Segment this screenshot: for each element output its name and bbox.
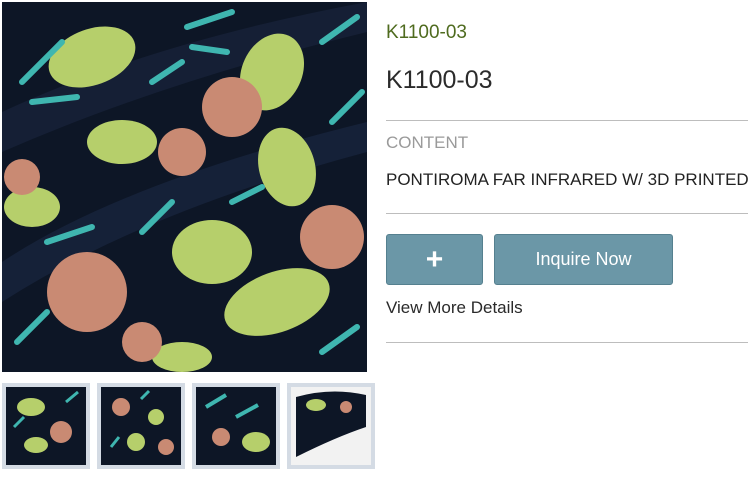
product-title: K1100-03 bbox=[386, 66, 493, 94]
thumbnail-image bbox=[291, 387, 371, 465]
thumbnail-3[interactable] bbox=[192, 383, 280, 469]
content-value: PONTIROMA FAR INFRARED W/ 3D PRINTED bbox=[386, 170, 749, 189]
inquire-now-button[interactable]: Inquire Now bbox=[494, 234, 673, 285]
thumbnail-image bbox=[101, 387, 181, 465]
thumbnail-2[interactable] bbox=[97, 383, 185, 469]
fabric-pattern-image bbox=[2, 2, 367, 372]
product-sku: K1100-03 bbox=[386, 22, 467, 43]
thumbnail-1[interactable] bbox=[2, 383, 90, 469]
content-label: CONTENT bbox=[386, 133, 469, 152]
thumbnail-image bbox=[196, 387, 276, 465]
thumbnail-image bbox=[6, 387, 86, 465]
add-button[interactable]: + bbox=[386, 234, 483, 285]
divider bbox=[386, 213, 748, 214]
product-main-image bbox=[2, 2, 367, 372]
divider bbox=[386, 342, 748, 343]
thumbnail-4[interactable] bbox=[287, 383, 375, 469]
view-more-details-link[interactable]: View More Details bbox=[386, 298, 523, 318]
divider bbox=[386, 120, 748, 121]
